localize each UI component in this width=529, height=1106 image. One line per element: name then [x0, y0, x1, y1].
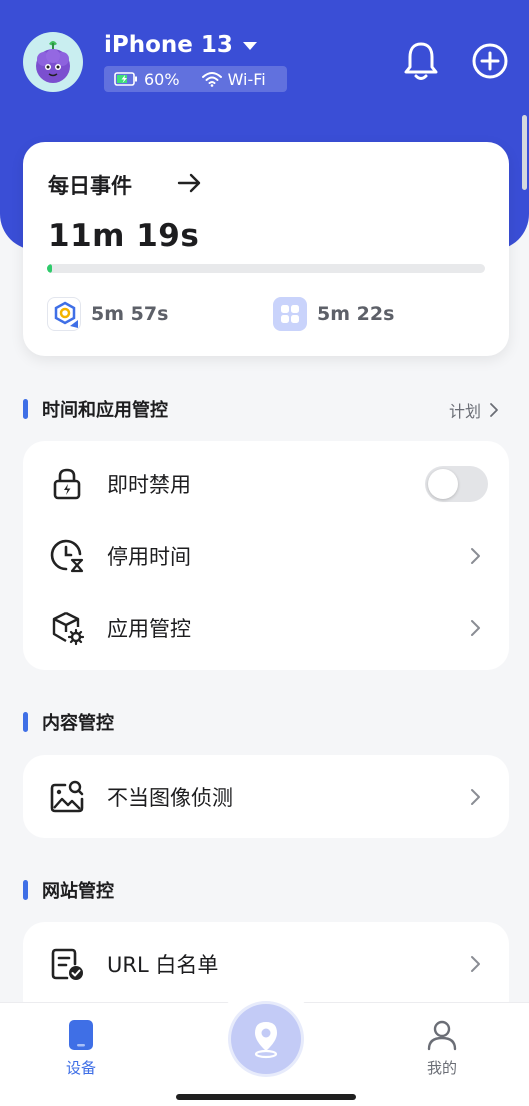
app-grid-icon: [273, 297, 307, 331]
section-accent-bar: [23, 880, 28, 900]
instant-disable-toggle[interactable]: [425, 466, 488, 502]
add-circle-icon[interactable]: [471, 42, 509, 80]
location-tab-button[interactable]: [231, 1004, 301, 1074]
list-item-downtime[interactable]: 停用时间: [23, 520, 509, 592]
clock-hourglass-icon: [50, 539, 84, 573]
section-title-website: 网站管控: [23, 877, 114, 903]
avatar[interactable]: [23, 32, 83, 92]
section-title-content: 内容管控: [23, 709, 114, 735]
daily-total-time: 11m 19s: [48, 218, 200, 254]
wifi-icon: [201, 72, 222, 87]
chevron-right-icon: [490, 403, 498, 417]
section-accent-bar: [23, 712, 28, 732]
grape-mascot-icon: [36, 41, 70, 83]
chevron-right-icon: [471, 956, 480, 972]
chevron-right-icon: [471, 620, 480, 636]
user-icon: [427, 1020, 457, 1051]
battery-level: 60%: [144, 69, 180, 89]
app-usage-time: 5m 22s: [317, 303, 395, 325]
content-control-card: 不当图像侦测: [23, 755, 509, 838]
list-item-label: 即时禁用: [107, 473, 191, 497]
app-usage-time: 5m 57s: [91, 303, 169, 325]
tab-mine[interactable]: 我的: [426, 1019, 458, 1078]
location-pin-icon: [254, 1022, 278, 1059]
scrollbar[interactable]: [522, 115, 527, 190]
usage-progress-fill: [47, 264, 53, 273]
time-app-control-card: 即时禁用 停用时间 应用管控: [23, 441, 509, 670]
list-item-app-control[interactable]: 应用管控: [23, 592, 509, 664]
tab-label: 设备: [66, 1059, 97, 1077]
caret-down-icon: [242, 42, 257, 50]
battery-charging-icon: [114, 72, 137, 86]
usage-progress-bar: [47, 264, 485, 273]
kids-app-icon: [47, 297, 81, 331]
section-accent-bar: [23, 399, 28, 419]
lock-bolt-icon: [53, 468, 81, 500]
list-item-label: URL 白名单: [107, 953, 219, 977]
daily-events-title: 每日事件: [48, 174, 132, 198]
device-selector[interactable]: iPhone 13: [104, 32, 257, 58]
arrow-right-icon[interactable]: [177, 172, 203, 194]
chevron-right-icon: [471, 548, 480, 564]
image-search-icon: [50, 780, 84, 813]
home-indicator: [176, 1094, 356, 1100]
app-usage-item[interactable]: 5m 57s: [47, 297, 168, 331]
device-name: iPhone 13: [104, 32, 233, 58]
list-item-label: 停用时间: [107, 545, 191, 569]
daily-events-card[interactable]: 每日事件 11m 19s 5m 57s 5m 22s: [23, 142, 509, 356]
list-item-instant-disable[interactable]: 即时禁用: [23, 448, 509, 520]
device-icon: [69, 1020, 93, 1050]
plan-link[interactable]: 计划: [449, 398, 499, 422]
device-status: 60% Wi-Fi: [104, 66, 287, 92]
tab-label: 我的: [426, 1059, 457, 1077]
plan-label: 计划: [449, 402, 482, 421]
list-check-icon: [51, 948, 83, 980]
tab-device[interactable]: 设备: [66, 1019, 96, 1078]
app-usage-item[interactable]: 5m 22s: [273, 297, 394, 331]
section-title-text: 时间和应用管控: [42, 400, 168, 421]
section-title-text: 内容管控: [42, 713, 114, 734]
section-title-time-app: 时间和应用管控: [23, 396, 168, 422]
network-type: Wi-Fi: [227, 69, 266, 89]
cube-gear-icon: [52, 611, 85, 646]
section-title-text: 网站管控: [42, 881, 114, 902]
chevron-right-icon: [471, 789, 480, 805]
list-item-image-detection[interactable]: 不当图像侦测: [23, 761, 509, 833]
toggle-knob: [428, 469, 458, 499]
bell-icon[interactable]: [402, 40, 440, 82]
list-item-label: 不当图像侦测: [107, 786, 233, 810]
list-item-label: 应用管控: [107, 617, 191, 641]
